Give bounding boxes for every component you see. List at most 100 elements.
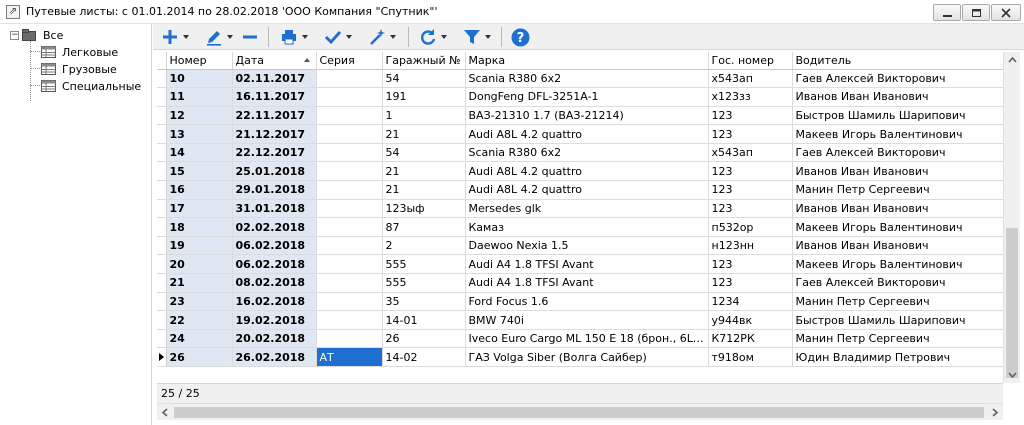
- cell-series[interactable]: [316, 329, 383, 349]
- close-button[interactable]: [991, 4, 1021, 21]
- cell-garage-number[interactable]: 21: [382, 124, 466, 144]
- cell-garage-number[interactable]: 14-02: [382, 347, 466, 367]
- wizard-button[interactable]: [368, 27, 396, 47]
- arrow-left-icon[interactable]: [157, 404, 174, 421]
- cell-number[interactable]: 24: [166, 329, 233, 349]
- cell-garage-number[interactable]: 26: [382, 329, 466, 349]
- cell-series[interactable]: [316, 161, 383, 182]
- cell-brand[interactable]: Камаз: [465, 217, 709, 237]
- cell-date[interactable]: 08.02.2018: [232, 273, 317, 293]
- cell-driver[interactable]: Манин Петр Сергеевич: [792, 329, 1003, 349]
- cell-number[interactable]: 12: [166, 106, 233, 126]
- edit-button[interactable]: [205, 27, 233, 47]
- table-row[interactable]: 11 16.11.2017 191 DongFeng DFL-3251A-1 х123з…: [157, 87, 1003, 107]
- cell-number[interactable]: 20: [166, 254, 233, 275]
- table-row[interactable]: 15 25.01.2018 21 Audi A8L 4.2 quattro 123 Ива…: [157, 161, 1003, 182]
- cell-number[interactable]: 11: [166, 87, 233, 107]
- cell-brand[interactable]: Daewoo Nexia 1.5: [465, 236, 709, 256]
- cell-driver[interactable]: Иванов Иван Иванович: [792, 199, 1003, 219]
- cell-garage-number[interactable]: 2: [382, 236, 466, 256]
- cell-number[interactable]: 18: [166, 217, 233, 237]
- help-button[interactable]: ?: [511, 27, 530, 47]
- cell-brand[interactable]: ВАЗ-21310 1.7 (ВАЗ-21214): [465, 106, 709, 126]
- scrollbar-thumb[interactable]: [1006, 228, 1018, 378]
- table-row[interactable]: 18 02.02.2018 87 Камаз п532ор Макеев Игорь Ва…: [157, 217, 1003, 237]
- row-indicator[interactable]: [157, 310, 167, 330]
- cell-plate[interactable]: К712РК: [708, 329, 793, 349]
- cell-driver[interactable]: Быстров Шамиль Шарипович: [792, 106, 1003, 126]
- table-row[interactable]: 14 22.12.2017 54 Scania R380 6x2 х543ап Гаев …: [157, 143, 1003, 163]
- cell-date[interactable]: 20.02.2018: [232, 329, 317, 349]
- cell-garage-number[interactable]: 123ыф: [382, 199, 466, 219]
- cell-date[interactable]: 19.02.2018: [232, 310, 317, 330]
- table-row[interactable]: 21 08.02.2018 555 Audi A4 1.8 TFSI Avant 123…: [157, 273, 1003, 293]
- row-indicator[interactable]: [157, 87, 167, 107]
- cell-brand[interactable]: DongFeng DFL-3251A-1: [465, 87, 709, 107]
- cell-plate[interactable]: 123: [708, 124, 793, 144]
- cell-plate[interactable]: 123: [708, 161, 793, 182]
- dropdown-arrow-icon[interactable]: [485, 35, 491, 39]
- cell-number[interactable]: 17: [166, 199, 233, 219]
- cell-brand[interactable]: ГАЗ Volga Siber (Волга Сайбер): [465, 347, 709, 367]
- table-row[interactable]: 16 29.01.2018 21 Audi A8L 4.2 quattro 123 Ман…: [157, 180, 1003, 200]
- row-indicator[interactable]: [157, 143, 167, 163]
- cell-date[interactable]: 29.01.2018: [232, 180, 317, 200]
- cell-series[interactable]: АТ: [316, 347, 383, 367]
- scroll-down-button[interactable]: [1004, 366, 1021, 383]
- row-indicator[interactable]: [157, 217, 167, 237]
- cell-garage-number[interactable]: 54: [382, 143, 466, 163]
- cell-brand[interactable]: Scania R380 6x2: [465, 143, 709, 163]
- cell-series[interactable]: [316, 254, 383, 275]
- cell-driver[interactable]: Макеев Игорь Валентинович: [792, 124, 1003, 144]
- dropdown-arrow-icon[interactable]: [441, 35, 447, 39]
- row-indicator[interactable]: [157, 254, 167, 275]
- table-row[interactable]: 19 06.02.2018 2 Daewoo Nexia 1.5 н123нн Ивано…: [157, 236, 1003, 256]
- cell-brand[interactable]: Mersedes glk: [465, 199, 709, 219]
- cell-plate[interactable]: х123зз: [708, 87, 793, 107]
- cell-plate[interactable]: 123: [708, 254, 793, 275]
- tree-item-special[interactable]: Специальные: [41, 78, 141, 94]
- row-indicator[interactable]: [157, 199, 167, 219]
- cell-plate[interactable]: х543ап: [708, 69, 793, 89]
- cell-plate[interactable]: 123: [708, 180, 793, 200]
- cell-number[interactable]: 19: [166, 236, 233, 256]
- table-row[interactable]: 26 26.02.2018 АТ 14-02 ГАЗ Volga Siber (Волг…: [157, 347, 1003, 367]
- row-indicator[interactable]: [157, 180, 167, 200]
- horizontal-scrollbar[interactable]: [157, 403, 1003, 420]
- column-header-driver[interactable]: Водитель: [792, 52, 1003, 70]
- table-row[interactable]: 23 16.02.2018 35 Ford Focus 1.6 1234 Манин Пе…: [157, 292, 1003, 312]
- cell-series[interactable]: [316, 106, 383, 126]
- row-indicator[interactable]: [157, 106, 167, 126]
- cell-series[interactable]: [316, 217, 383, 237]
- cell-number[interactable]: 15: [166, 161, 233, 182]
- cell-number[interactable]: 13: [166, 124, 233, 144]
- cell-brand[interactable]: Audi A4 1.8 TFSI Avant: [465, 273, 709, 293]
- cell-plate[interactable]: т918ом: [708, 347, 793, 367]
- row-indicator[interactable]: [157, 236, 167, 256]
- cell-brand[interactable]: Audi A4 1.8 TFSI Avant: [465, 254, 709, 275]
- cell-series[interactable]: [316, 69, 383, 89]
- cell-plate[interactable]: 123: [708, 199, 793, 219]
- table-row[interactable]: 22 19.02.2018 14-01 BMW 740i у944вк Быстров Ш…: [157, 310, 1003, 330]
- row-indicator[interactable]: [157, 69, 167, 89]
- approve-button[interactable]: [324, 27, 352, 47]
- scrollbar-thumb[interactable]: [174, 407, 984, 418]
- cell-driver[interactable]: Иванов Иван Иванович: [792, 161, 1003, 182]
- cell-number[interactable]: 22: [166, 310, 233, 330]
- cell-driver[interactable]: Гаев Алексей Викторович: [792, 273, 1003, 293]
- cell-plate[interactable]: 123: [708, 106, 793, 126]
- print-button[interactable]: [280, 27, 308, 47]
- cell-driver[interactable]: Макеев Игорь Валентинович: [792, 254, 1003, 275]
- cell-date[interactable]: 22.11.2017: [232, 106, 317, 126]
- cell-date[interactable]: 06.02.2018: [232, 236, 317, 256]
- row-indicator[interactable]: [157, 347, 167, 367]
- cell-series[interactable]: [316, 292, 383, 312]
- cell-number[interactable]: 26: [166, 347, 233, 367]
- dropdown-arrow-icon[interactable]: [346, 35, 352, 39]
- cell-plate[interactable]: 1234: [708, 292, 793, 312]
- cell-series[interactable]: [316, 124, 383, 144]
- table-row[interactable]: 17 31.01.2018 123ыф Mersedes glk 123 Иванов И…: [157, 199, 1003, 219]
- cell-number[interactable]: 21: [166, 273, 233, 293]
- column-header-plate[interactable]: Гос. номер: [708, 52, 793, 70]
- cell-number[interactable]: 10: [166, 69, 233, 89]
